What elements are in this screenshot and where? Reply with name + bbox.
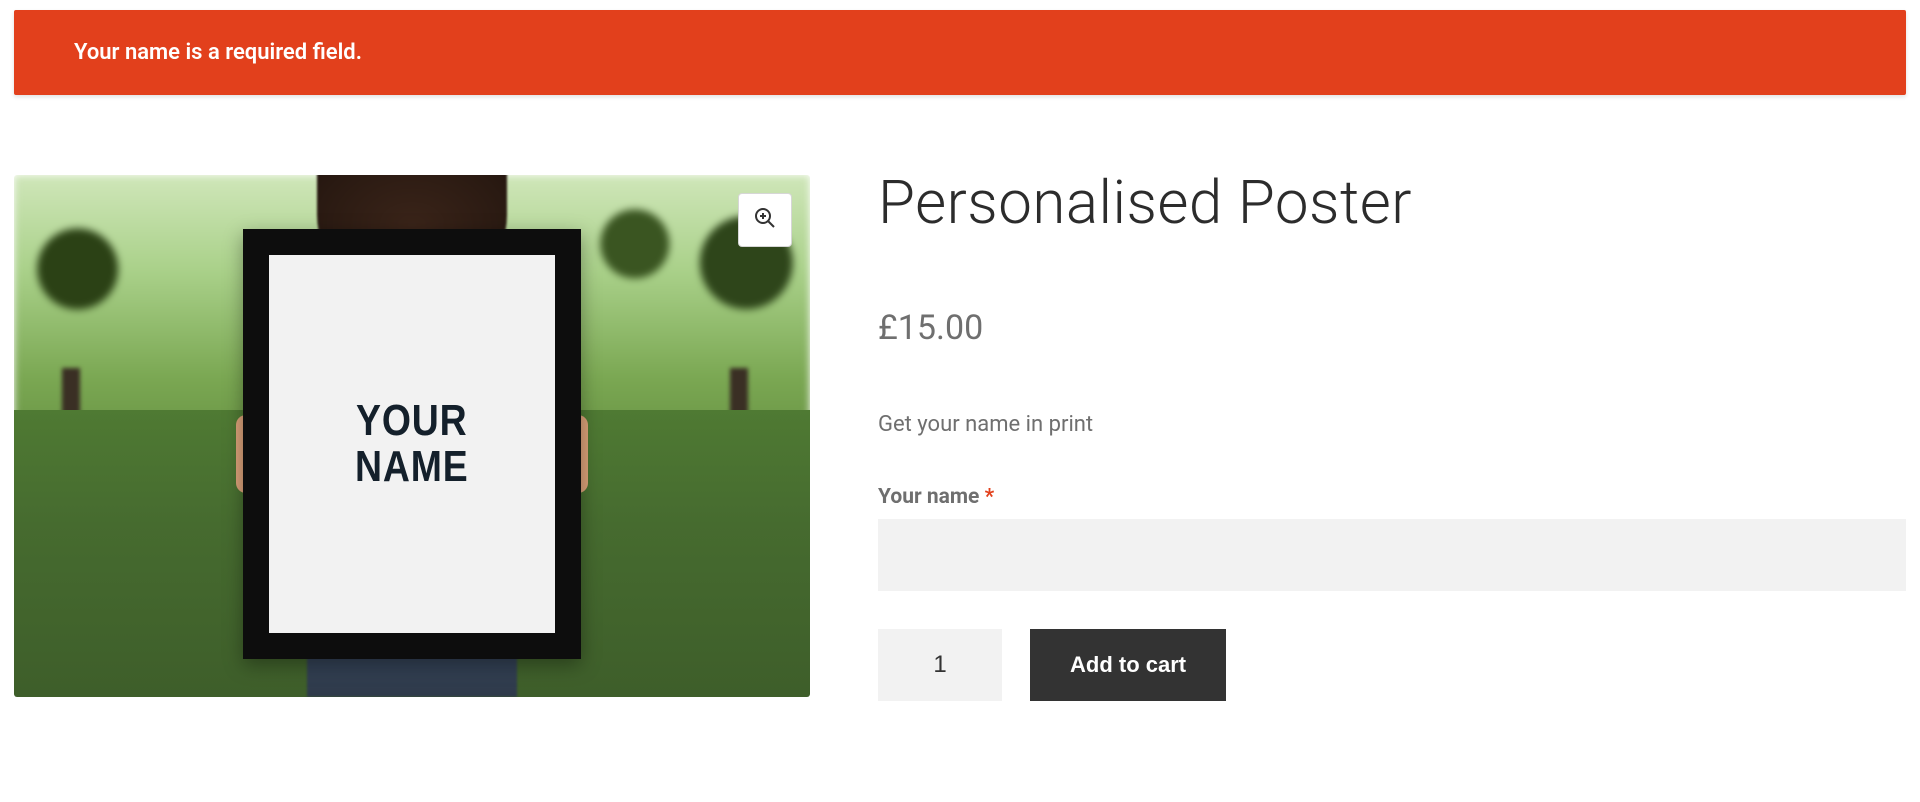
image-poster-frame: YOUR NAME [243,229,581,659]
product-image[interactable]: YOUR NAME [14,175,810,697]
product-summary: Personalised Poster £15.00 Get your name… [878,175,1906,701]
add-to-cart-button[interactable]: Add to cart [1030,629,1226,701]
zoom-button[interactable] [738,193,792,247]
error-banner: Your name is a required field. [14,10,1906,95]
product-short-description: Get your name in print [878,412,1906,437]
image-poster-text: YOUR NAME [355,398,469,490]
your-name-field: Your name * [878,485,1906,591]
your-name-label: Your name * [878,485,1906,509]
product-gallery: YOUR NAME [14,175,810,697]
quantity-input[interactable] [878,629,1002,701]
required-indicator: * [985,485,995,509]
error-message: Your name is a required field. [74,40,362,65]
zoom-in-icon [753,206,777,234]
product-title: Personalised Poster [878,167,1906,238]
product-price: £15.00 [878,308,1906,348]
your-name-input[interactable] [878,519,1906,591]
